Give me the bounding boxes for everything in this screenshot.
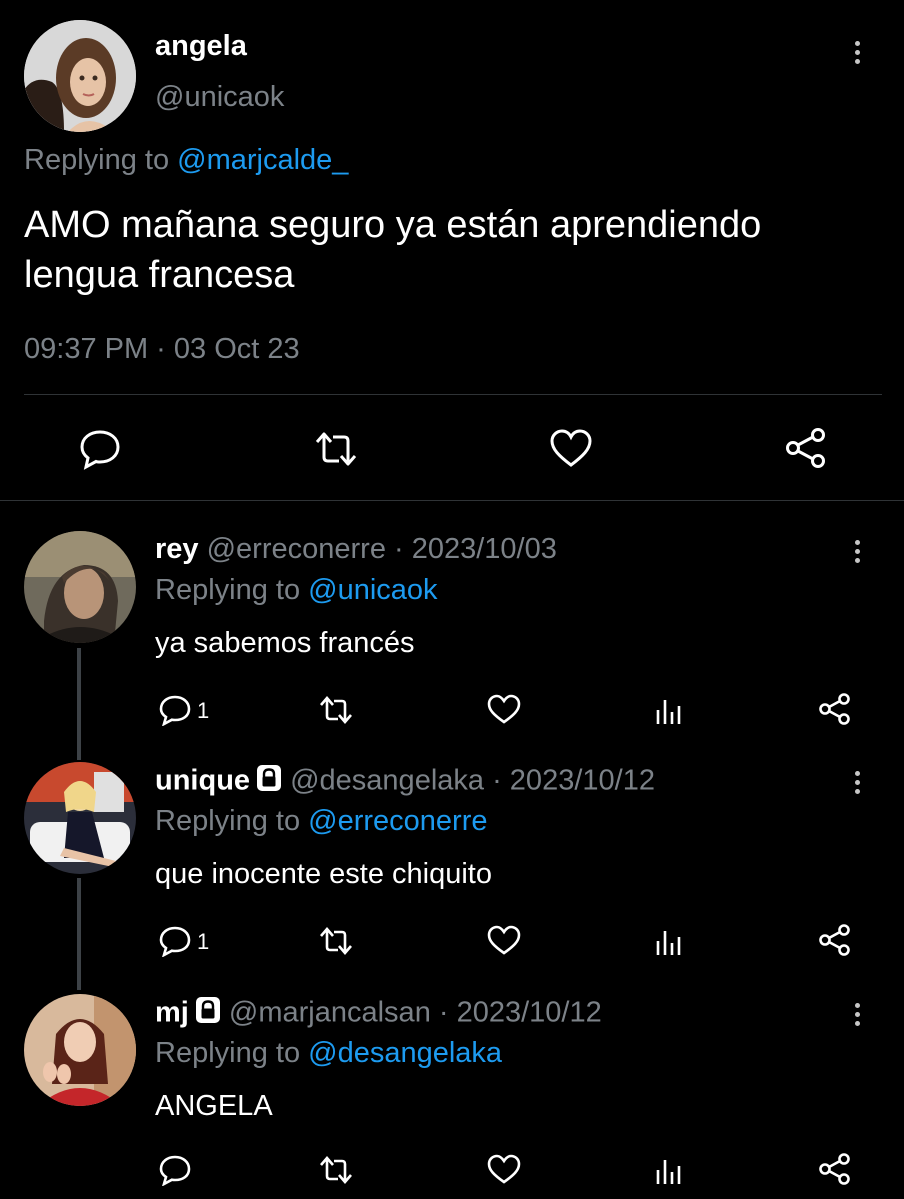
reply-text: ya sabemos francés xyxy=(155,627,415,659)
replying-to: Replying to @unicaok xyxy=(155,574,438,607)
display-name[interactable]: unique xyxy=(155,765,250,797)
user-handle[interactable]: @erreconerre xyxy=(207,533,386,565)
replying-to-handle[interactable]: @erreconerre xyxy=(308,805,487,837)
share-icon[interactable] xyxy=(784,427,828,469)
replying-to-label: Replying to xyxy=(155,1037,301,1069)
reply-date: · 2023/10/03 xyxy=(394,533,557,565)
display-name[interactable]: mj xyxy=(155,997,189,1029)
reply-count: 1 xyxy=(197,698,210,723)
replying-to-label: Replying to xyxy=(155,574,301,606)
lock-icon xyxy=(195,996,221,1032)
retweet-icon[interactable] xyxy=(318,926,354,956)
reply-text: que inocente este chiquito xyxy=(155,858,492,890)
share-icon[interactable] xyxy=(817,692,853,726)
replying-to-handle[interactable]: @desangelaka xyxy=(308,1037,502,1069)
reply-header: unique @desangelaka · 2023/10/12 xyxy=(155,764,655,800)
reply-text: ANGELA xyxy=(155,1090,273,1122)
thread-line xyxy=(77,878,81,990)
reply-header: mj @marjancalsan · 2023/10/12 xyxy=(155,996,602,1032)
comment-icon[interactable] xyxy=(158,925,192,957)
divider xyxy=(24,394,882,395)
reply-date: · 2023/10/12 xyxy=(492,764,655,797)
divider xyxy=(0,500,904,501)
replying-to: Replying to @marjcalde_ xyxy=(24,144,348,177)
replying-to-handle[interactable]: @marjcalde_ xyxy=(177,144,348,176)
more-options-icon[interactable] xyxy=(847,1003,867,1026)
tweet-timestamp: 09:37 PM · 03 Oct 23 xyxy=(24,333,300,365)
tweet-text: AMO mañana seguro ya están aprendiendo l… xyxy=(24,200,761,300)
more-options-icon[interactable] xyxy=(847,540,867,563)
avatar-angela[interactable] xyxy=(24,20,136,132)
replying-to-label: Replying to xyxy=(155,805,301,837)
replying-to-label: Replying to xyxy=(24,144,170,176)
analytics-icon[interactable] xyxy=(654,1156,684,1186)
avatar-rey[interactable] xyxy=(24,531,136,643)
comment-icon[interactable] xyxy=(78,428,122,470)
avatar-mj[interactable] xyxy=(24,994,136,1106)
share-icon[interactable] xyxy=(817,923,853,957)
display-name[interactable]: angela xyxy=(155,30,247,63)
reply-date: · 2023/10/12 xyxy=(438,996,602,1029)
more-options-icon[interactable] xyxy=(847,771,867,794)
tweet-text-line-2: lengua francesa xyxy=(24,254,295,296)
lock-icon xyxy=(256,764,282,800)
heart-icon[interactable] xyxy=(486,693,522,725)
replying-to-handle[interactable]: @unicaok xyxy=(308,574,437,606)
reply-count: 1 xyxy=(197,929,210,954)
share-icon[interactable] xyxy=(817,1152,853,1186)
more-options-icon[interactable] xyxy=(847,41,867,64)
user-handle[interactable]: @desangelaka xyxy=(290,765,484,797)
analytics-icon[interactable] xyxy=(654,927,684,957)
heart-icon[interactable] xyxy=(486,1153,522,1185)
user-handle[interactable]: @marjancalsan xyxy=(229,997,431,1029)
retweet-icon[interactable] xyxy=(318,695,354,725)
analytics-icon[interactable] xyxy=(654,696,684,726)
thread-line xyxy=(77,648,81,760)
retweet-icon[interactable] xyxy=(318,1155,354,1185)
display-name[interactable]: rey xyxy=(155,533,199,565)
heart-icon[interactable] xyxy=(549,428,593,468)
retweet-icon[interactable] xyxy=(313,430,359,468)
replying-to: Replying to @desangelaka xyxy=(155,1037,502,1070)
reply-header: rey @erreconerre · 2023/10/03 xyxy=(155,533,557,566)
user-handle[interactable]: @unicaok xyxy=(155,81,284,114)
tweet-text-line-1: AMO mañana seguro ya están aprendiendo xyxy=(24,204,762,246)
heart-icon[interactable] xyxy=(486,924,522,956)
comment-icon[interactable] xyxy=(158,694,192,726)
comment-icon[interactable] xyxy=(158,1154,192,1186)
avatar-unique[interactable] xyxy=(24,762,136,874)
replying-to: Replying to @erreconerre xyxy=(155,805,488,838)
